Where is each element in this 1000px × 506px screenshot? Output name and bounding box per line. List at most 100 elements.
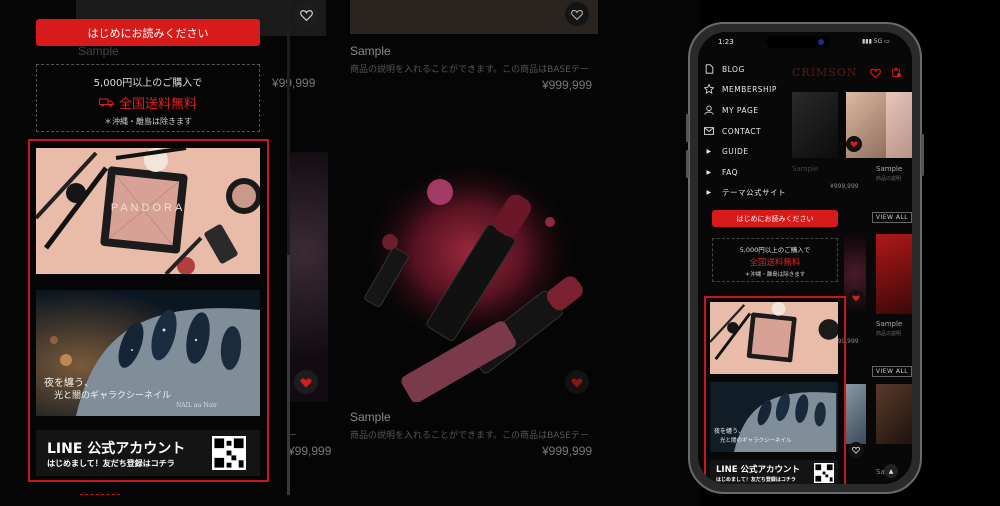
product-label: Sample: [350, 44, 391, 58]
product-price: ¥99,999: [272, 76, 316, 90]
heart-filled-icon: [852, 295, 860, 302]
phone-mockup: 1:23 ▮▮▮ 5G ▭ CRIMSON Sample Sample 商品の説…: [686, 22, 924, 494]
nail-banner[interactable]: 夜を纏う、 光と闇のギャラクシーネイル NAIL au Noir: [36, 290, 260, 416]
status-icons: ▮▮▮ 5G ▭: [862, 38, 890, 45]
nail-headline-1: 夜を纏う、: [44, 378, 94, 389]
menu-item-guide[interactable]: ▶ GUIDE: [698, 141, 749, 161]
phone-favorite-button[interactable]: [848, 442, 864, 458]
menu-label: GUIDE: [722, 146, 749, 156]
phone-screen: 1:23 ▮▮▮ 5G ▭ CRIMSON Sample Sample 商品の説…: [698, 32, 912, 484]
menu-label: MEMBERSHIP: [722, 84, 777, 94]
heart-filled-icon: [300, 378, 312, 387]
product-image-lipstick[interactable]: [350, 152, 598, 402]
cart-icon[interactable]: [890, 66, 902, 78]
page-preview: はじめにお読みください Sample ¥99,999 5,000円以上のご購入で…: [0, 0, 700, 506]
heart-filled-icon: [571, 378, 583, 387]
phone-card-desc: 商品の説明: [876, 176, 902, 182]
heart-outline-icon: [852, 446, 860, 454]
phone-makeup-banner[interactable]: [710, 302, 838, 374]
volume-button: [686, 150, 689, 178]
phone-favorite-button[interactable]: [848, 290, 864, 306]
banner-brand: PANDORA: [110, 202, 186, 214]
menu-item-contact[interactable]: CONTACT: [698, 121, 761, 141]
phone-shipping-line2: 全国送料無料: [749, 258, 801, 268]
phone-card-price: ¥999,999: [830, 183, 859, 190]
product-desc: 商品の説明を入れることができます。この商品はBASEテー: [350, 431, 589, 441]
shipping-line1: 5,000円以上のご購入で: [93, 78, 203, 89]
phone-nail-headline-2: 光と闇のギャラクシーネイル: [720, 438, 792, 444]
view-all-button[interactable]: VIEW ALL: [872, 366, 912, 377]
scrollbar-thumb[interactable]: [287, 255, 290, 495]
product-label: Sample: [78, 44, 119, 58]
phone-card-label: Sample: [792, 165, 819, 173]
shipping-line3: ＊沖縄・離島は除きます: [104, 117, 192, 126]
menu-item-membership[interactable]: MEMBERSHIP: [698, 79, 777, 99]
phone-read-first-button[interactable]: はじめにお読みください: [712, 210, 838, 227]
phone-card-desc: 商品の説明: [876, 331, 902, 337]
phone-line-subtitle: はじめまして！友だち登録はコチラ: [716, 477, 796, 483]
menu-label: MY PAGE: [722, 105, 759, 115]
menu-item-blog[interactable]: BLOG: [698, 59, 745, 79]
phone-product-image[interactable]: [886, 92, 912, 158]
nail-sign: NAIL au Noir: [176, 402, 217, 409]
menu-label: FAQ: [722, 167, 739, 177]
makeup-banner[interactable]: PANDORA: [36, 148, 260, 274]
heart-outline-icon[interactable]: [870, 68, 881, 78]
line-subtitle: はじめまして！友だち登録はコチラ: [47, 459, 175, 468]
product-price: ¥999,999: [542, 78, 593, 92]
phone-nail-banner[interactable]: 夜を纏う、 光と闇のギャラクシーネイル: [710, 382, 838, 452]
view-all-button[interactable]: VIEW ALL: [872, 212, 912, 223]
menu-item-faq[interactable]: ▶ FAQ: [698, 162, 738, 182]
line-account-banner[interactable]: LINE 公式アカウント はじめまして！友だち登録はコチラ: [36, 430, 260, 476]
lipstick-illustration: [360, 167, 583, 402]
phone-nail-headline-1: 夜を纏う、: [714, 428, 745, 435]
heart-outline-icon: [571, 9, 583, 20]
power-button: [921, 134, 924, 176]
product-desc: ー: [288, 431, 298, 441]
phone-product-image[interactable]: [876, 384, 912, 444]
store-logo[interactable]: CRIMSON: [792, 66, 858, 79]
favorite-button-3[interactable]: [294, 370, 318, 394]
chevron-up-icon: ▲: [888, 467, 894, 475]
shipping-line2-row: 全国送料無料: [37, 93, 259, 112]
scroll-top-button[interactable]: ▲: [884, 464, 898, 478]
arrow-right-icon: ▶: [706, 147, 712, 155]
phone-line-account-banner[interactable]: LINE 公式アカウント はじめまして！友だち登録はコチラ: [710, 460, 838, 484]
phone-favorite-button[interactable]: [846, 136, 862, 152]
arrow-right-icon: ▶: [706, 188, 712, 196]
product-price: ¥999,999: [542, 444, 593, 458]
arrow-right-icon: ▶: [706, 168, 712, 176]
menu-item-theme-site[interactable]: ▶ テーマ公式サイト: [698, 182, 786, 202]
phone-card-label: Sample: [876, 320, 903, 328]
product-label: Sample: [350, 410, 391, 424]
phone-shipping-line3: ＊沖縄・離島は除きます: [744, 272, 806, 278]
scrollbar-track[interactable]: [287, 0, 290, 495]
favorite-button[interactable]: [294, 3, 318, 27]
phone-product-image[interactable]: [792, 92, 838, 158]
product-image-top-2[interactable]: [350, 0, 598, 34]
status-time: 1:23: [718, 38, 734, 46]
document-icon: [705, 64, 713, 74]
star-icon: [704, 84, 714, 94]
phone-product-image[interactable]: [844, 384, 866, 444]
makeup-illustration: [710, 302, 838, 374]
qr-code-icon: [814, 463, 834, 483]
product-desc: 商品の説明を入れることができます。この商品はBASEテー: [350, 65, 589, 75]
favorite-button-4[interactable]: [565, 370, 589, 394]
favorite-button-2[interactable]: [565, 2, 589, 26]
user-icon: [704, 105, 714, 115]
menu-label: テーマ公式サイト: [722, 187, 786, 197]
phone-product-image[interactable]: [876, 234, 912, 314]
menu-label: CONTACT: [722, 126, 762, 136]
read-first-button[interactable]: はじめにお読みください: [36, 19, 260, 46]
phone-line-title: LINE 公式アカウント: [716, 465, 800, 475]
menu-label: BLOG: [722, 64, 745, 74]
product-image-sliver[interactable]: [288, 152, 328, 402]
menu-item-mypage[interactable]: MY PAGE: [698, 100, 759, 120]
volume-button: [686, 114, 689, 142]
mail-icon: [704, 127, 714, 135]
camera-dot: [818, 39, 824, 45]
heart-filled-icon: [850, 141, 858, 148]
truck-icon: [98, 98, 114, 107]
dynamic-island: [766, 36, 830, 48]
